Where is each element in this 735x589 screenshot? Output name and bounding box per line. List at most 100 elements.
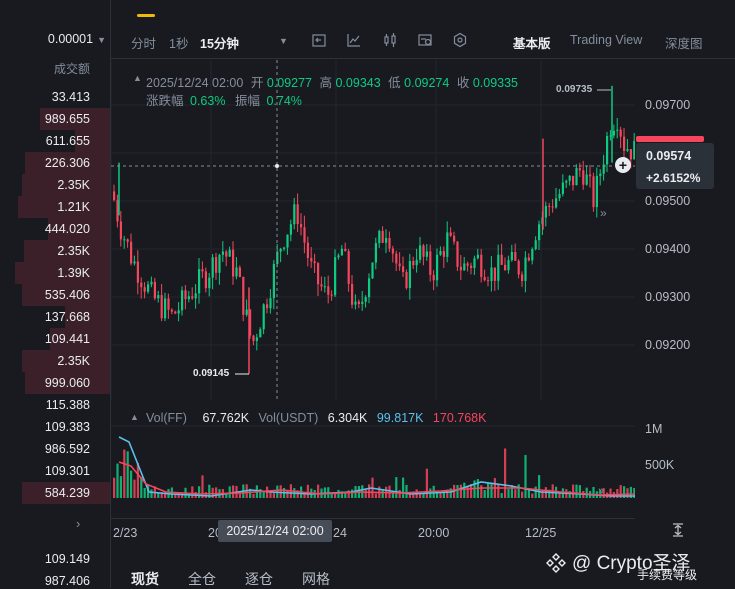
volume-bar (388, 485, 391, 498)
orderbook-row[interactable]: 986.592 (0, 438, 110, 460)
volume-bar (398, 489, 401, 498)
settings-icon[interactable] (452, 32, 468, 48)
orderbook-row[interactable]: 137.668 (0, 306, 110, 328)
view-tradingview[interactable]: Trading View (570, 33, 642, 47)
reset-zoom-icon[interactable] (670, 522, 686, 538)
candle-body (527, 257, 530, 261)
orderbook-row[interactable]: 109.301 (0, 460, 110, 482)
orderbook-row[interactable]: 444.020 (0, 218, 110, 240)
orderbook-row[interactable]: 611.655 (0, 130, 110, 152)
orderbook-row[interactable]: 987.406 (0, 570, 110, 588)
orderbook-row[interactable]: 109.441 (0, 328, 110, 350)
candle-body (259, 329, 262, 338)
precision-select[interactable]: 0.00001 ▼ (0, 32, 110, 50)
last-price-flag (636, 136, 704, 142)
high-marker: 0.09735 (556, 84, 593, 95)
view-depth[interactable]: 深度图 (665, 33, 703, 52)
candle-body (538, 224, 541, 241)
orderbook-row[interactable]: 1.21K (0, 196, 110, 218)
add-alert-icon[interactable]: + (615, 157, 631, 173)
orderbook-amount: 987.406 (44, 574, 90, 588)
volume-bar (572, 484, 575, 498)
volume-ma2-line (118, 461, 635, 496)
candle-body (483, 277, 486, 281)
fee-level-link[interactable]: 手续费等级 (637, 566, 697, 583)
candle-body (313, 261, 316, 264)
candle-body (177, 310, 180, 314)
volume-bar (374, 493, 377, 498)
candle-body (398, 263, 401, 267)
tab-cross[interactable]: 全仓 (188, 569, 216, 589)
volume-bar (351, 489, 354, 498)
current-price-tag: 0.09574 +2.6152% (636, 143, 714, 189)
candle-body (245, 309, 248, 315)
orderbook-row[interactable]: 1.39K (0, 262, 110, 284)
tab-spot[interactable]: 现货 (131, 569, 159, 589)
price-tick: 0.09400 (645, 242, 691, 256)
orderbook-amount: 989.655 (44, 112, 90, 126)
orderbook-row[interactable]: 226.306 (0, 152, 110, 174)
candle-body (113, 191, 116, 201)
price-tick: 0.09500 (645, 194, 691, 208)
orderbook-amount: 1.39K (57, 266, 90, 280)
candle-body (289, 224, 292, 235)
candle-type-icon[interactable] (382, 32, 398, 48)
orderbook-row[interactable]: 535.406 (0, 284, 110, 306)
volume-bar (575, 484, 578, 498)
candle-body (194, 293, 197, 299)
expand-icon[interactable]: › (76, 516, 80, 531)
candle-body (351, 283, 354, 305)
orderbook-row[interactable]: 33.413 (0, 86, 110, 108)
orderbook-row[interactable]: 2.35K (0, 350, 110, 372)
candle-body (589, 174, 592, 177)
interval-15m[interactable]: 15分钟 (200, 33, 239, 52)
orderbook-row[interactable]: 2.35K (0, 240, 110, 262)
crosshair-dot (275, 164, 279, 168)
view-basic[interactable]: 基本版 (513, 33, 551, 52)
candle-body (184, 290, 187, 300)
scroll-right-icon[interactable]: » (598, 485, 604, 497)
draw-tool-icon[interactable] (417, 32, 433, 48)
orderbook-row[interactable]: 2.35K (0, 174, 110, 196)
low-value: 0.09274 (404, 76, 450, 90)
tab-isolated[interactable]: 逐仓 (245, 569, 273, 589)
orderbook-row[interactable]: 109.149 (0, 548, 110, 570)
candlestick-chart[interactable] (111, 60, 635, 400)
candle-body (514, 252, 517, 261)
candle-body (225, 251, 228, 257)
high-label: 高 (319, 76, 332, 90)
orderbook-row[interactable]: 584.239 (0, 482, 110, 504)
candle-body (262, 304, 265, 330)
interval-1s[interactable]: 1秒 (169, 33, 188, 52)
candle-body (419, 245, 422, 260)
volume-bar (252, 493, 255, 498)
interval-dropdown-icon[interactable]: ▼ (279, 36, 288, 46)
change-info: 涨跌幅 0.63% 振幅 0.74% (146, 90, 302, 109)
candle-body (442, 251, 445, 257)
candle-body (340, 248, 343, 256)
orderbook-amount: 226.306 (44, 156, 90, 170)
volume-bar (480, 485, 483, 498)
orderbook-row[interactable]: 109.383 (0, 416, 110, 438)
time-axis[interactable]: 2/23 20 24 20:00 12/25 (111, 518, 635, 547)
orderbook-row[interactable]: 989.655 (0, 108, 110, 130)
interval-timeline[interactable]: 分时 (131, 33, 156, 52)
candle-body (575, 168, 578, 186)
price-axis[interactable]: 0.09700 0.09500 0.09400 0.09300 0.09200 … (635, 60, 735, 518)
vol-usdt-label: Vol(USDT) (258, 411, 319, 425)
chart-toolbar: 分时 1秒 15分钟 ▼ 基本版 Trading View 深度图 (111, 24, 735, 59)
candle-body (266, 304, 269, 309)
tab-grid[interactable]: 网格 (302, 569, 330, 589)
volume-bar (126, 451, 129, 498)
candle-body (415, 259, 418, 266)
chevron-down-icon: ▼ (97, 35, 106, 45)
volume-bar (500, 493, 503, 498)
candle-body (565, 180, 568, 183)
orderbook-row[interactable]: 115.388 (0, 394, 110, 416)
candle-body (507, 260, 510, 271)
scroll-to-latest-icon[interactable]: » (600, 206, 607, 220)
indicator-icon[interactable] (311, 32, 327, 48)
orderbook-row[interactable]: 999.060 (0, 372, 110, 394)
candle-body (595, 175, 598, 208)
chart-style-icon[interactable] (346, 32, 362, 48)
